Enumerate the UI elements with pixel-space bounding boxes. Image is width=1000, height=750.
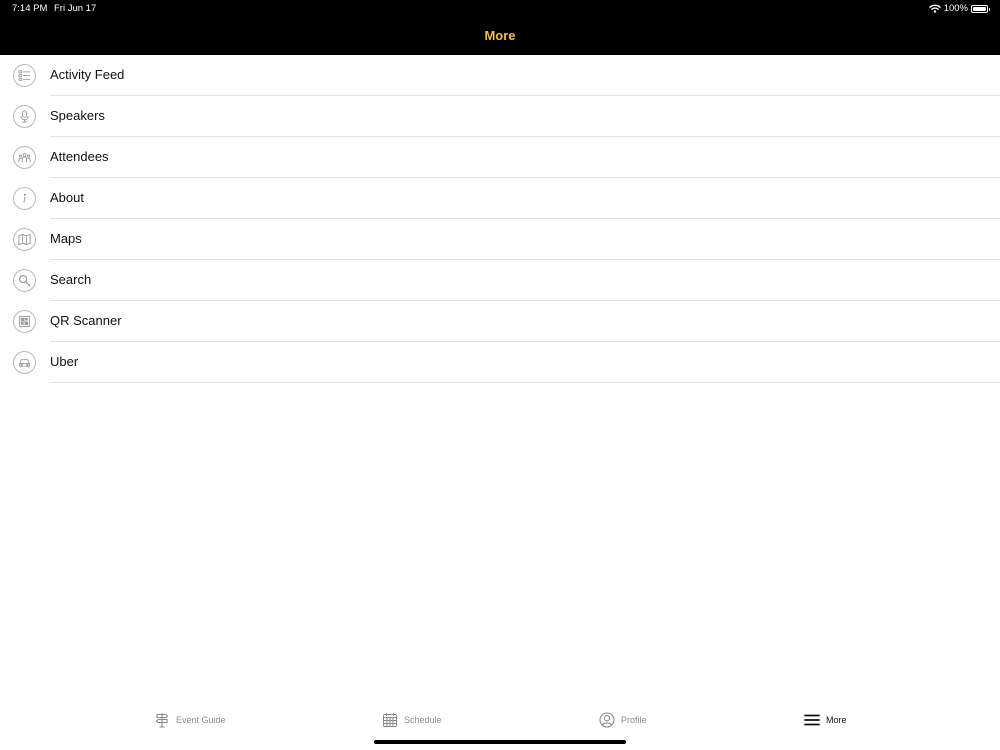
tab-label: More <box>826 715 847 725</box>
menu-item-uber[interactable]: Uber <box>0 342 1000 383</box>
attendees-icon <box>13 146 36 169</box>
map-icon <box>13 228 36 251</box>
menu-item-attendees[interactable]: Attendees <box>0 137 1000 178</box>
battery-icon <box>971 4 990 13</box>
status-indicators: 100% <box>928 3 990 14</box>
more-menu-list: Activity Feed Speakers Attendees About M… <box>0 55 1000 383</box>
info-icon <box>13 187 36 210</box>
tab-label: Profile <box>621 715 647 725</box>
menu-item-search[interactable]: Search <box>0 260 1000 301</box>
menu-item-about[interactable]: About <box>0 178 1000 219</box>
divider <box>50 382 1000 383</box>
menu-item-label: Search <box>50 272 92 287</box>
tab-label: Schedule <box>404 715 442 725</box>
battery-percent: 100% <box>943 3 968 14</box>
menu-item-label: Activity Feed <box>50 67 125 82</box>
tab-label: Event Guide <box>176 715 226 725</box>
menu-item-label: Uber <box>50 354 79 369</box>
wifi-icon <box>928 4 941 13</box>
microphone-icon <box>13 105 36 128</box>
menu-item-maps[interactable]: Maps <box>0 219 1000 260</box>
hamburger-menu-icon <box>804 714 820 726</box>
menu-item-speakers[interactable]: Speakers <box>0 96 1000 137</box>
qr-code-icon <box>13 310 36 333</box>
home-indicator <box>374 740 626 744</box>
search-icon <box>13 269 36 292</box>
tab-event-guide[interactable]: Event Guide <box>154 712 226 728</box>
profile-icon <box>599 712 615 728</box>
menu-item-qr-scanner[interactable]: QR Scanner <box>0 301 1000 342</box>
tab-bar: Event Guide Schedule Profile More <box>0 704 1000 738</box>
menu-item-activity-feed[interactable]: Activity Feed <box>0 55 1000 96</box>
status-time: 7:14 PM <box>12 3 48 14</box>
status-date: Fri Jun 17 <box>54 3 97 14</box>
signpost-icon <box>155 713 169 728</box>
menu-item-label: About <box>50 190 84 205</box>
car-icon <box>13 351 36 374</box>
menu-item-label: Maps <box>50 231 82 246</box>
calendar-icon <box>383 713 397 727</box>
page-title: More <box>484 28 516 43</box>
tab-profile[interactable]: Profile <box>599 712 647 728</box>
menu-item-label: Attendees <box>50 149 109 164</box>
top-bar: 7:14 PM Fri Jun 17 100% More <box>0 0 1000 55</box>
activity-feed-icon <box>13 64 36 87</box>
menu-item-label: QR Scanner <box>50 313 122 328</box>
menu-item-label: Speakers <box>50 108 105 123</box>
tab-more[interactable]: More <box>804 712 847 728</box>
tab-schedule[interactable]: Schedule <box>382 712 442 728</box>
